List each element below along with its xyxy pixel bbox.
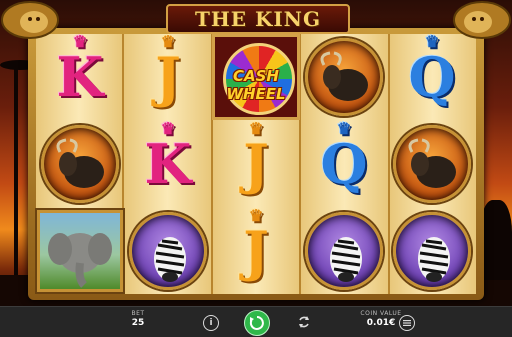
coin-value-label: COIN VALUE xyxy=(360,310,402,317)
reel-cell: ♛ J xyxy=(124,34,212,121)
symbol-j: ♛ J xyxy=(243,207,269,278)
lion-head-left-icon xyxy=(1,1,59,39)
cash-wheel-symbol: CASH WHEEL xyxy=(212,34,300,121)
reel-cell: CASH WHEEL xyxy=(212,34,300,121)
symbol-q: ♛ Q xyxy=(408,34,455,105)
tree-trunk-left xyxy=(14,66,18,306)
symbol-letter: J xyxy=(155,45,181,110)
reel-cell xyxy=(36,207,124,294)
reel-cell: ♛ Q xyxy=(300,120,388,208)
reel-cell: ♛ K xyxy=(124,120,212,208)
elephant-symbol-icon xyxy=(37,209,123,292)
symbol-letter: Q xyxy=(320,131,368,196)
spin-button[interactable] xyxy=(244,310,270,336)
bet-label: BET xyxy=(131,310,145,317)
wildebeest-symbol-icon xyxy=(41,124,119,203)
menu-button[interactable] xyxy=(399,315,415,331)
reel-cell xyxy=(388,207,476,294)
reel-grid: ♛ K ♛ J CASH WHEEL ♛ Q ♛ K ♛ J ♛ Q ♛ J xyxy=(36,34,476,294)
autoplay-icon xyxy=(299,316,309,328)
info-icon: i xyxy=(209,318,213,328)
crown-icon: ♛ xyxy=(336,118,352,138)
coin-value: 0.01€ xyxy=(366,318,396,328)
zebra-symbol-icon xyxy=(305,211,383,290)
reel-cell xyxy=(124,207,212,294)
reel-cell: ♛ Q xyxy=(388,34,476,121)
cash-wheel-text-top: CASH xyxy=(233,67,279,86)
symbol-letter: K xyxy=(144,131,192,196)
game-title-plaque: THE KING xyxy=(166,4,350,34)
crown-icon: ♛ xyxy=(160,118,176,138)
game-scene: ♛ K ♛ J CASH WHEEL ♛ Q ♛ K ♛ J ♛ Q ♛ J THE KING xyxy=(0,0,512,306)
crown-icon: ♛ xyxy=(72,32,88,52)
bottom-control-bar: BET 25 i COIN VALUE 0.01€ xyxy=(0,306,512,337)
cash-wheel-text-bottom: WHEEL xyxy=(226,85,286,104)
reel-cell xyxy=(388,121,476,208)
crown-icon: ♛ xyxy=(248,205,264,225)
symbol-j: ♛ J xyxy=(243,120,269,191)
symbol-letter: Q xyxy=(408,45,456,110)
wildebeest-symbol-icon xyxy=(305,38,383,117)
symbol-k: ♛ K xyxy=(145,120,192,191)
reel-cell xyxy=(300,207,388,294)
menu-icon xyxy=(403,320,411,326)
crown-icon: ♛ xyxy=(248,118,264,138)
lion-head-right-icon xyxy=(453,1,511,39)
reel-cell: ♛ K xyxy=(36,34,124,121)
game-title: THE KING xyxy=(194,7,322,31)
crown-icon: ♛ xyxy=(424,32,440,52)
zebra-symbol-icon xyxy=(129,211,207,290)
symbol-q: ♛ Q xyxy=(320,120,367,191)
reel-cell: ♛ J xyxy=(212,207,300,294)
crown-icon: ♛ xyxy=(160,32,176,52)
zebra-symbol-icon xyxy=(393,211,471,290)
bet-display[interactable]: BET 25 xyxy=(124,310,152,328)
symbol-k: ♛ K xyxy=(57,34,104,105)
wildebeest-symbol-icon xyxy=(393,124,471,203)
reel-cell: ♛ J xyxy=(212,120,300,208)
symbol-letter: K xyxy=(56,45,104,110)
info-button[interactable]: i xyxy=(203,315,219,331)
reel-cell xyxy=(300,34,388,121)
autoplay-button[interactable] xyxy=(296,314,312,330)
symbol-j: ♛ J xyxy=(155,34,181,105)
coin-value-display[interactable]: COIN VALUE 0.01€ xyxy=(358,310,404,328)
reel-cell xyxy=(36,121,124,208)
symbol-letter: J xyxy=(243,131,269,196)
tree-silhouette-right xyxy=(480,200,512,280)
bet-value: 25 xyxy=(131,318,145,328)
spin-icon xyxy=(249,316,264,330)
symbol-letter: J xyxy=(243,218,269,283)
